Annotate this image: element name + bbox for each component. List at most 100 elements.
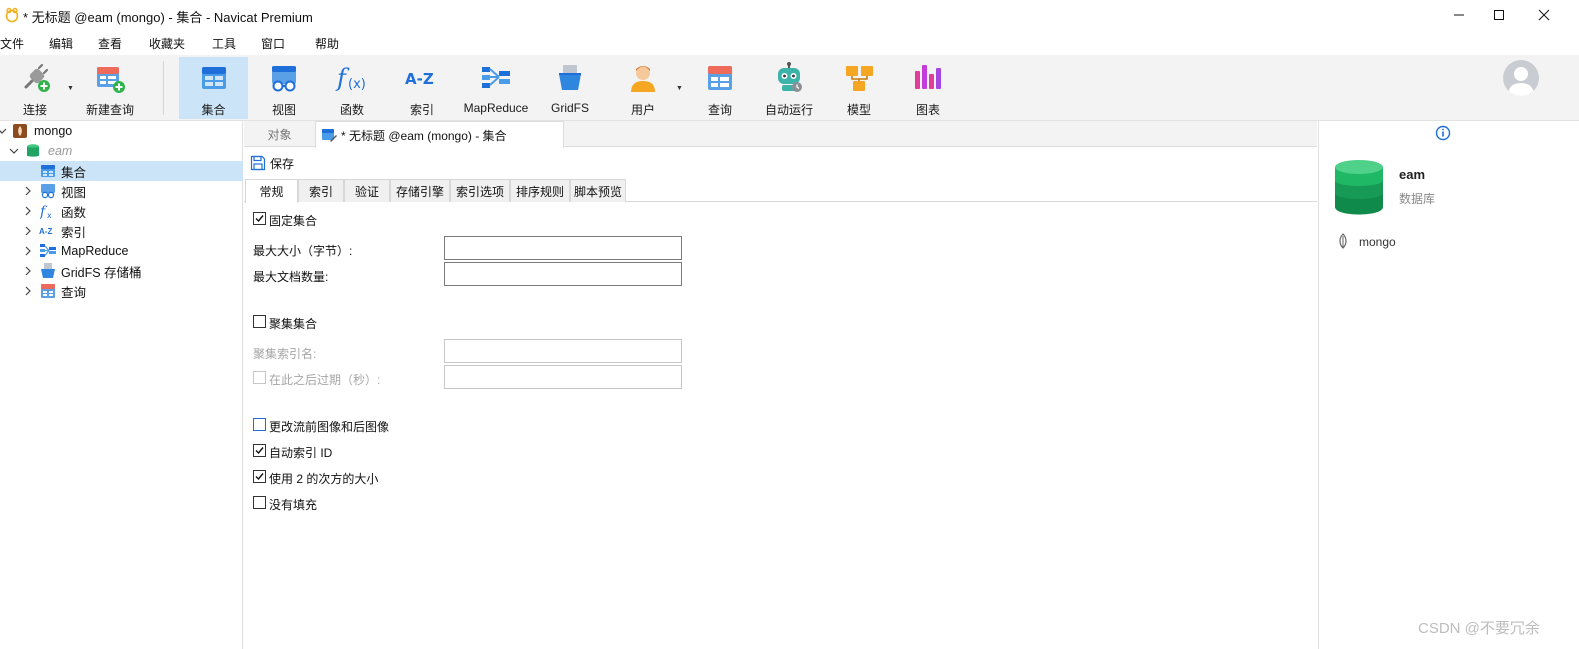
collection-button[interactable]: 集合 xyxy=(179,57,248,119)
collection-icon xyxy=(201,67,226,89)
info-panel: eam 数据库 mongo xyxy=(1318,121,1579,649)
tree-database-eam[interactable]: eam xyxy=(0,141,243,161)
close-icon xyxy=(1538,9,1550,21)
plug-icon xyxy=(24,63,50,92)
change-stream-label: 更改流前图像和后图像 xyxy=(269,420,390,434)
function-button[interactable]: f (x) 函数 xyxy=(330,57,374,119)
user-avatar[interactable] xyxy=(1503,60,1539,96)
view-icon xyxy=(41,184,55,199)
user-button[interactable]: 用户 xyxy=(621,57,665,119)
power-of-2-label: 使用 2 的次方的大小 xyxy=(269,472,379,486)
tree-item-label: 索引 xyxy=(61,225,87,240)
capped-checkbox[interactable] xyxy=(253,212,266,225)
charts-label: 图表 xyxy=(915,103,940,117)
menu-view[interactable]: 查看 xyxy=(98,35,122,52)
close-button[interactable] xyxy=(1521,0,1567,30)
connect-dropdown-icon[interactable]: ▼ xyxy=(67,85,74,92)
max-size-input[interactable] xyxy=(444,236,682,260)
mapreduce-button[interactable]: MapReduce xyxy=(459,57,533,119)
clustered-label: 聚集集合 xyxy=(269,317,318,331)
view-label: 视图 xyxy=(271,103,296,117)
model-button[interactable]: 模型 xyxy=(837,57,881,119)
gridfs-icon xyxy=(41,263,55,278)
tree-item-gridfs[interactable]: GridFS 存储桶 xyxy=(0,261,243,281)
tab-indexes[interactable]: 索引 xyxy=(298,179,344,202)
automation-button[interactable]: 自动运行 xyxy=(761,57,817,119)
clustered-checkbox[interactable] xyxy=(253,315,266,328)
tree-item-mapreduce[interactable]: MapReduce xyxy=(0,241,243,261)
chevron-right-icon[interactable] xyxy=(23,186,33,196)
query-button[interactable]: 查询 xyxy=(698,57,742,119)
connect-button[interactable]: 连接 xyxy=(12,57,58,119)
charts-button[interactable]: 图表 xyxy=(906,57,950,119)
menu-tools[interactable]: 工具 xyxy=(212,35,236,52)
change-stream-checkbox[interactable] xyxy=(253,418,266,431)
chevron-right-icon[interactable] xyxy=(23,226,33,236)
query-icon xyxy=(708,66,732,90)
chevron-right-icon[interactable] xyxy=(23,206,33,216)
new-query-button[interactable]: 新建查询 xyxy=(84,57,136,119)
user-dropdown-icon[interactable]: ▼ xyxy=(676,85,683,92)
tree-item-functions[interactable]: f x 函数 xyxy=(0,201,243,221)
svg-text:(x): (x) xyxy=(348,77,366,92)
menu-window[interactable]: 窗口 xyxy=(261,35,285,52)
auto-index-checkbox[interactable] xyxy=(253,444,266,457)
tree-connection-label: mongo xyxy=(34,124,73,138)
save-button[interactable]: 保存 xyxy=(244,152,294,174)
tab-new-collection[interactable]: * 无标题 @eam (mongo) - 集合 xyxy=(315,121,564,148)
chevron-down-icon[interactable] xyxy=(0,126,7,136)
tab-storage-engine[interactable]: 存储引擎 xyxy=(390,179,450,202)
menu-bar: 文件 编辑 查看 收藏夹 工具 窗口 帮助 xyxy=(0,31,1579,55)
no-padding-checkbox[interactable] xyxy=(253,496,266,509)
chevron-down-icon[interactable] xyxy=(9,146,19,156)
tree-item-label: 查询 xyxy=(61,285,87,300)
tree-item-queries[interactable]: 查询 xyxy=(0,281,243,301)
expire-checkbox[interactable] xyxy=(253,371,266,384)
tab-strip: 对象 * 无标题 @eam (mongo) - 集合 xyxy=(244,121,1317,148)
max-docs-input[interactable] xyxy=(444,262,682,286)
user-icon xyxy=(631,66,655,92)
menu-help[interactable]: 帮助 xyxy=(315,35,339,52)
cluster-index-input[interactable] xyxy=(444,339,682,363)
menu-file[interactable]: 文件 xyxy=(0,35,24,52)
tab-objects[interactable]: 对象 xyxy=(244,121,315,147)
gridfs-icon xyxy=(559,65,581,90)
view-button[interactable]: 视图 xyxy=(262,57,306,119)
chevron-right-icon[interactable] xyxy=(23,286,33,296)
tree-item-label: GridFS 存储桶 xyxy=(61,265,142,280)
tree-item-indexes[interactable]: A-Z 索引 xyxy=(0,221,243,241)
query-label: 查询 xyxy=(707,103,732,117)
chevron-right-icon[interactable] xyxy=(23,266,33,276)
collection-icon xyxy=(41,165,55,177)
toolbar-separator xyxy=(163,61,164,115)
tab-script-preview[interactable]: 脚本预览 xyxy=(570,179,626,202)
checkmark-icon xyxy=(255,473,264,481)
tree-item-collections[interactable]: 集合 xyxy=(0,161,243,181)
query-icon xyxy=(41,284,55,298)
sub-tab-bar: 常规 索引 验证 存储引擎 索引选项 排序规则 脚本预览 xyxy=(244,179,1317,203)
capped-label: 固定集合 xyxy=(269,214,318,228)
tab-validation[interactable]: 验证 xyxy=(344,179,390,202)
tree-item-views[interactable]: 视图 xyxy=(0,181,243,201)
tree-connection-mongo[interactable]: mongo xyxy=(0,121,243,141)
database-icon xyxy=(27,144,39,157)
window-title: * 无标题 @eam (mongo) - 集合 - Navicat Premiu… xyxy=(23,10,313,25)
tab-index-options[interactable]: 索引选项 xyxy=(450,179,510,202)
info-icon[interactable] xyxy=(1435,125,1451,141)
model-icon xyxy=(846,66,873,91)
power-of-2-checkbox[interactable] xyxy=(253,470,266,483)
chevron-right-icon[interactable] xyxy=(23,246,33,256)
robot-icon xyxy=(778,62,802,92)
db-name: eam xyxy=(1399,167,1426,182)
index-button[interactable]: A-Z 索引 xyxy=(400,57,444,119)
gridfs-button[interactable]: GridFS xyxy=(548,57,592,119)
function-icon: f (x) xyxy=(335,64,366,92)
tab-general[interactable]: 常规 xyxy=(245,179,298,203)
expire-input[interactable] xyxy=(444,365,682,389)
tab-collation[interactable]: 排序规则 xyxy=(510,179,570,202)
menu-edit[interactable]: 编辑 xyxy=(49,35,73,52)
menu-favorites[interactable]: 收藏夹 xyxy=(149,35,185,52)
mongo-leaf-icon xyxy=(1339,233,1347,249)
maximize-button[interactable] xyxy=(1476,0,1522,30)
editor-area: 对象 * 无标题 @eam (mongo) - 集合 保存 常规 索引 验证 存… xyxy=(244,121,1317,649)
